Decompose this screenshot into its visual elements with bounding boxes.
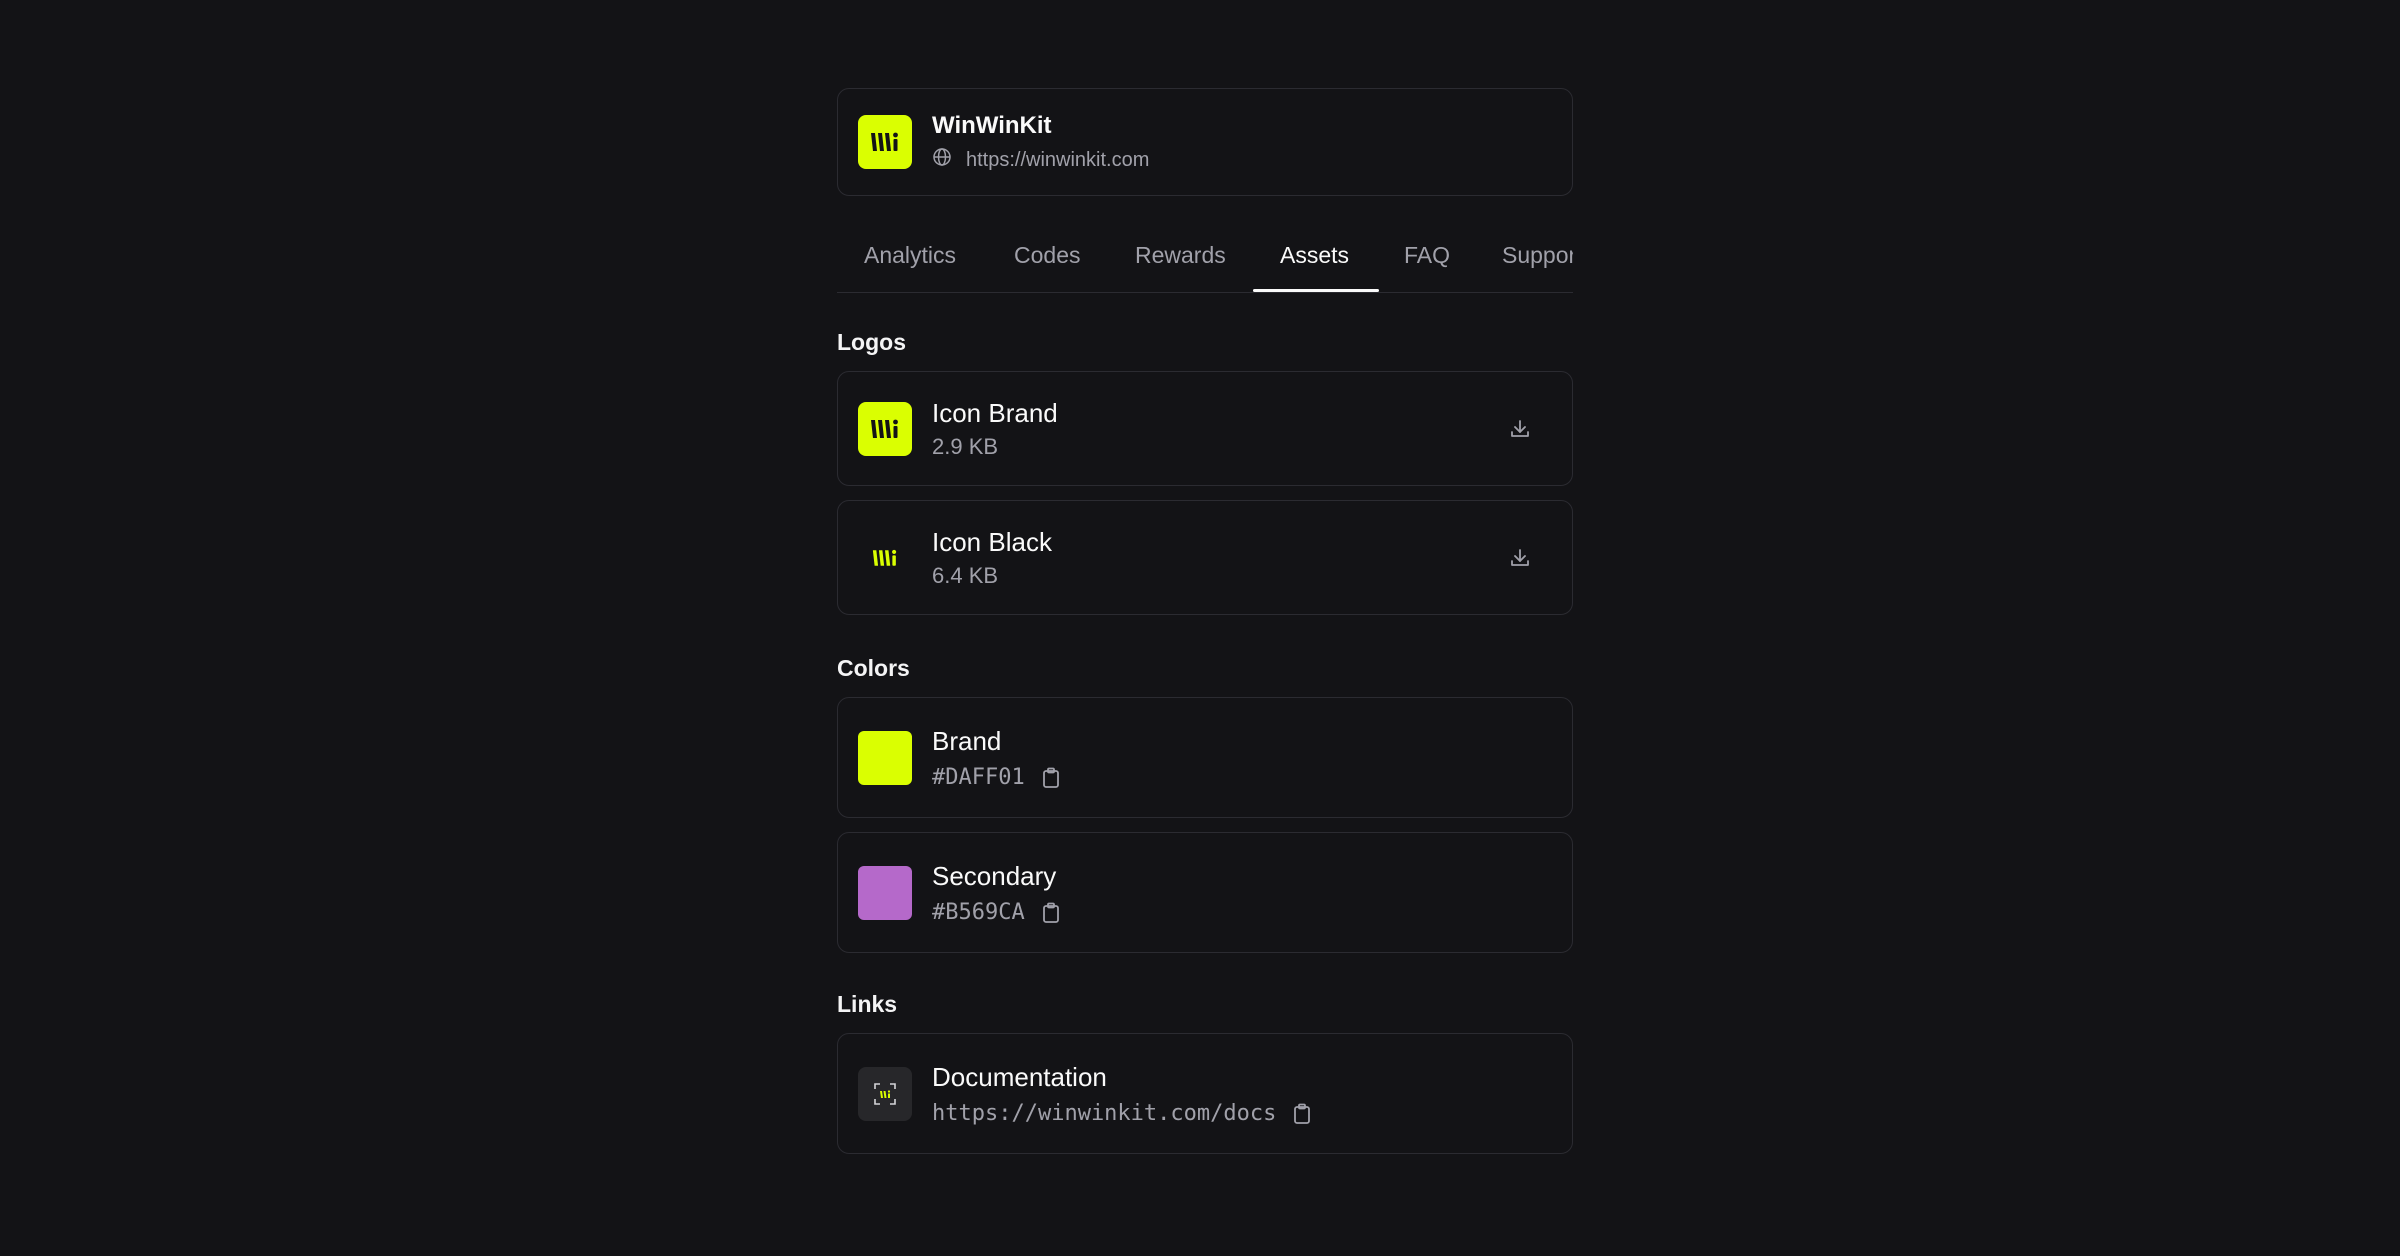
globe-icon [932,147,966,173]
black-logo-icon [858,531,912,585]
brand-logo-icon [858,401,912,456]
documentation-icon [858,1066,912,1121]
clipboard-icon[interactable] [1041,767,1061,789]
color-item-secondary: Secondary #B569CA [837,832,1573,953]
assets-panel: WinWinKit https://winwinkit.com Analytic… [837,88,1573,1168]
brand-logo-icon [858,115,912,169]
colors-section-title: Colors [837,655,910,681]
color-hex-value: #DAFF01 [932,765,1025,790]
logo-title: Icon Black [932,526,1052,557]
logo-item-icon-brand: Icon Brand 2.9 KB [837,371,1573,486]
tab-faq[interactable]: FAQ [1404,242,1450,269]
link-item-documentation: Documentation https://winwinkit.com/docs [837,1033,1573,1154]
color-hex-value: #B569CA [932,900,1025,925]
tab-analytics[interactable]: Analytics [864,242,956,269]
color-title: Secondary [932,861,1057,891]
download-icon[interactable] [1502,540,1538,576]
project-header-card: WinWinKit https://winwinkit.com [837,88,1573,196]
tab-codes[interactable]: Codes [1014,242,1080,269]
logo-item-icon-black: Icon Black 6.4 KB [837,500,1573,615]
project-url-link[interactable]: https://winwinkit.com [966,149,1149,172]
tab-support[interactable]: Support [1502,242,1573,269]
color-title: Brand [932,726,1002,756]
color-item-brand: Brand #DAFF01 [837,697,1573,818]
logo-file-size: 6.4 KB [932,562,999,588]
links-section-title: Links [837,991,898,1017]
active-tab-indicator [1253,289,1379,292]
color-swatch [858,730,912,785]
download-icon[interactable] [1502,411,1538,447]
project-name: WinWinKit [932,112,1052,139]
link-url[interactable]: https://winwinkit.com/docs [932,1101,1276,1126]
clipboard-icon[interactable] [1041,902,1061,924]
logos-section-title: Logos [837,329,906,355]
tab-rewards[interactable]: Rewards [1135,242,1226,269]
logo-file-size: 2.9 KB [932,433,999,459]
tab-bar: Analytics Codes Rewards Assets FAQ Suppo… [837,232,1573,293]
color-swatch [858,865,912,920]
logo-title: Icon Brand [932,397,1058,428]
link-title: Documentation [932,1062,1107,1092]
tab-assets[interactable]: Assets [1280,242,1349,269]
clipboard-icon[interactable] [1292,1103,1312,1125]
